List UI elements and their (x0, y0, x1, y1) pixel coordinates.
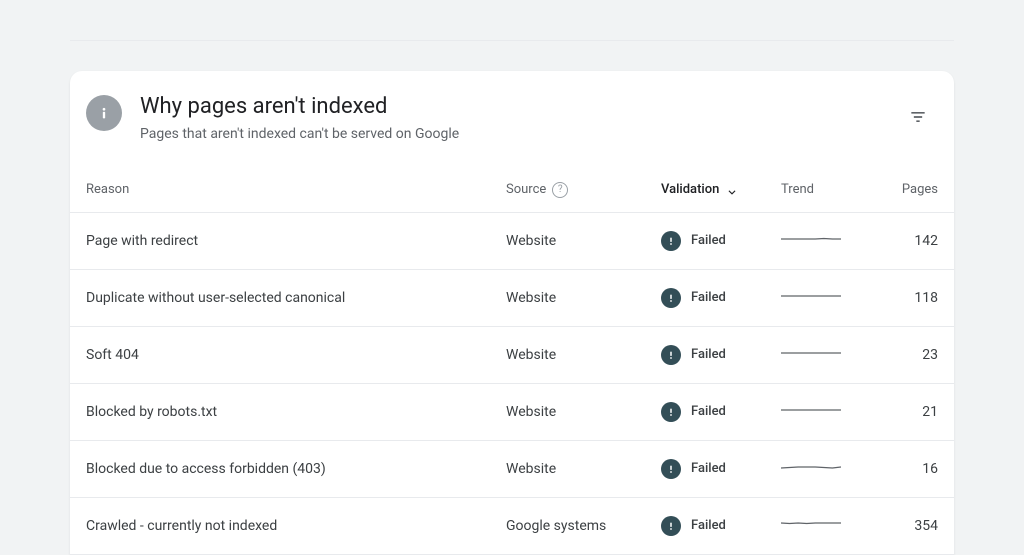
row-trend (781, 403, 881, 421)
indexing-reasons-card: Why pages aren't indexed Pages that aren… (70, 71, 954, 555)
row-pages: 21 (881, 404, 938, 420)
validation-status-label: Failed (691, 518, 726, 533)
warning-icon (661, 516, 681, 536)
table-row[interactable]: Blocked due to access forbidden (403) We… (70, 441, 954, 498)
sort-arrow-down-icon (725, 183, 739, 197)
row-trend (781, 232, 881, 250)
row-trend (781, 289, 881, 307)
row-source: Website (506, 404, 661, 420)
row-validation: Failed (661, 459, 781, 479)
row-pages: 16 (881, 461, 938, 477)
col-header-trend[interactable]: Trend (781, 182, 881, 197)
trend-sparkline (781, 403, 841, 417)
table-header-row: Reason Source ? Validation Trend Pages (70, 168, 954, 213)
row-reason: Crawled - currently not indexed (86, 518, 506, 534)
row-validation: Failed (661, 288, 781, 308)
row-pages: 23 (881, 347, 938, 363)
filter-icon (908, 107, 928, 127)
col-header-source[interactable]: Source ? (506, 182, 661, 198)
validation-status-label: Failed (691, 461, 726, 476)
trend-sparkline (781, 346, 841, 360)
row-pages: 354 (881, 518, 938, 534)
row-source: Website (506, 290, 661, 306)
card-title: Why pages aren't indexed (140, 93, 898, 122)
table-row[interactable]: Blocked by robots.txt Website Failed 21 (70, 384, 954, 441)
validation-status-label: Failed (691, 347, 726, 362)
row-trend (781, 346, 881, 364)
trend-sparkline (781, 289, 841, 303)
trend-sparkline (781, 460, 841, 474)
row-validation: Failed (661, 516, 781, 536)
warning-icon (661, 402, 681, 422)
col-header-validation[interactable]: Validation (661, 182, 781, 197)
row-source: Website (506, 233, 661, 249)
row-source: Website (506, 461, 661, 477)
warning-icon (661, 231, 681, 251)
row-source: Website (506, 347, 661, 363)
table-row[interactable]: Crawled - currently not indexed Google s… (70, 498, 954, 555)
row-validation: Failed (661, 402, 781, 422)
validation-status-label: Failed (691, 404, 726, 419)
row-reason: Soft 404 (86, 347, 506, 363)
validation-status-label: Failed (691, 233, 726, 248)
card-subtitle: Pages that aren't indexed can't be serve… (140, 126, 898, 142)
warning-icon (661, 459, 681, 479)
table-row[interactable]: Duplicate without user-selected canonica… (70, 270, 954, 327)
row-reason: Blocked due to access forbidden (403) (86, 461, 506, 477)
row-trend (781, 460, 881, 478)
col-header-pages[interactable]: Pages (881, 182, 938, 197)
info-icon (86, 95, 122, 131)
card-header: Why pages aren't indexed Pages that aren… (70, 71, 954, 168)
row-reason: Blocked by robots.txt (86, 404, 506, 420)
table-row[interactable]: Page with redirect Website Failed 142 (70, 213, 954, 270)
warning-icon (661, 345, 681, 365)
help-icon[interactable]: ? (552, 182, 568, 198)
trend-sparkline (781, 517, 841, 531)
row-validation: Failed (661, 231, 781, 251)
row-pages: 142 (881, 233, 938, 249)
validation-status-label: Failed (691, 290, 726, 305)
row-source: Google systems (506, 518, 661, 534)
top-divider (70, 40, 954, 41)
col-header-validation-label: Validation (661, 182, 719, 197)
row-reason: Page with redirect (86, 233, 506, 249)
col-header-source-label: Source (506, 182, 546, 197)
col-header-reason[interactable]: Reason (86, 182, 506, 197)
row-pages: 118 (881, 290, 938, 306)
warning-icon (661, 288, 681, 308)
row-trend (781, 517, 881, 535)
trend-sparkline (781, 232, 841, 246)
row-validation: Failed (661, 345, 781, 365)
filter-button[interactable] (898, 97, 938, 137)
table-row[interactable]: Soft 404 Website Failed 23 (70, 327, 954, 384)
row-reason: Duplicate without user-selected canonica… (86, 290, 506, 306)
